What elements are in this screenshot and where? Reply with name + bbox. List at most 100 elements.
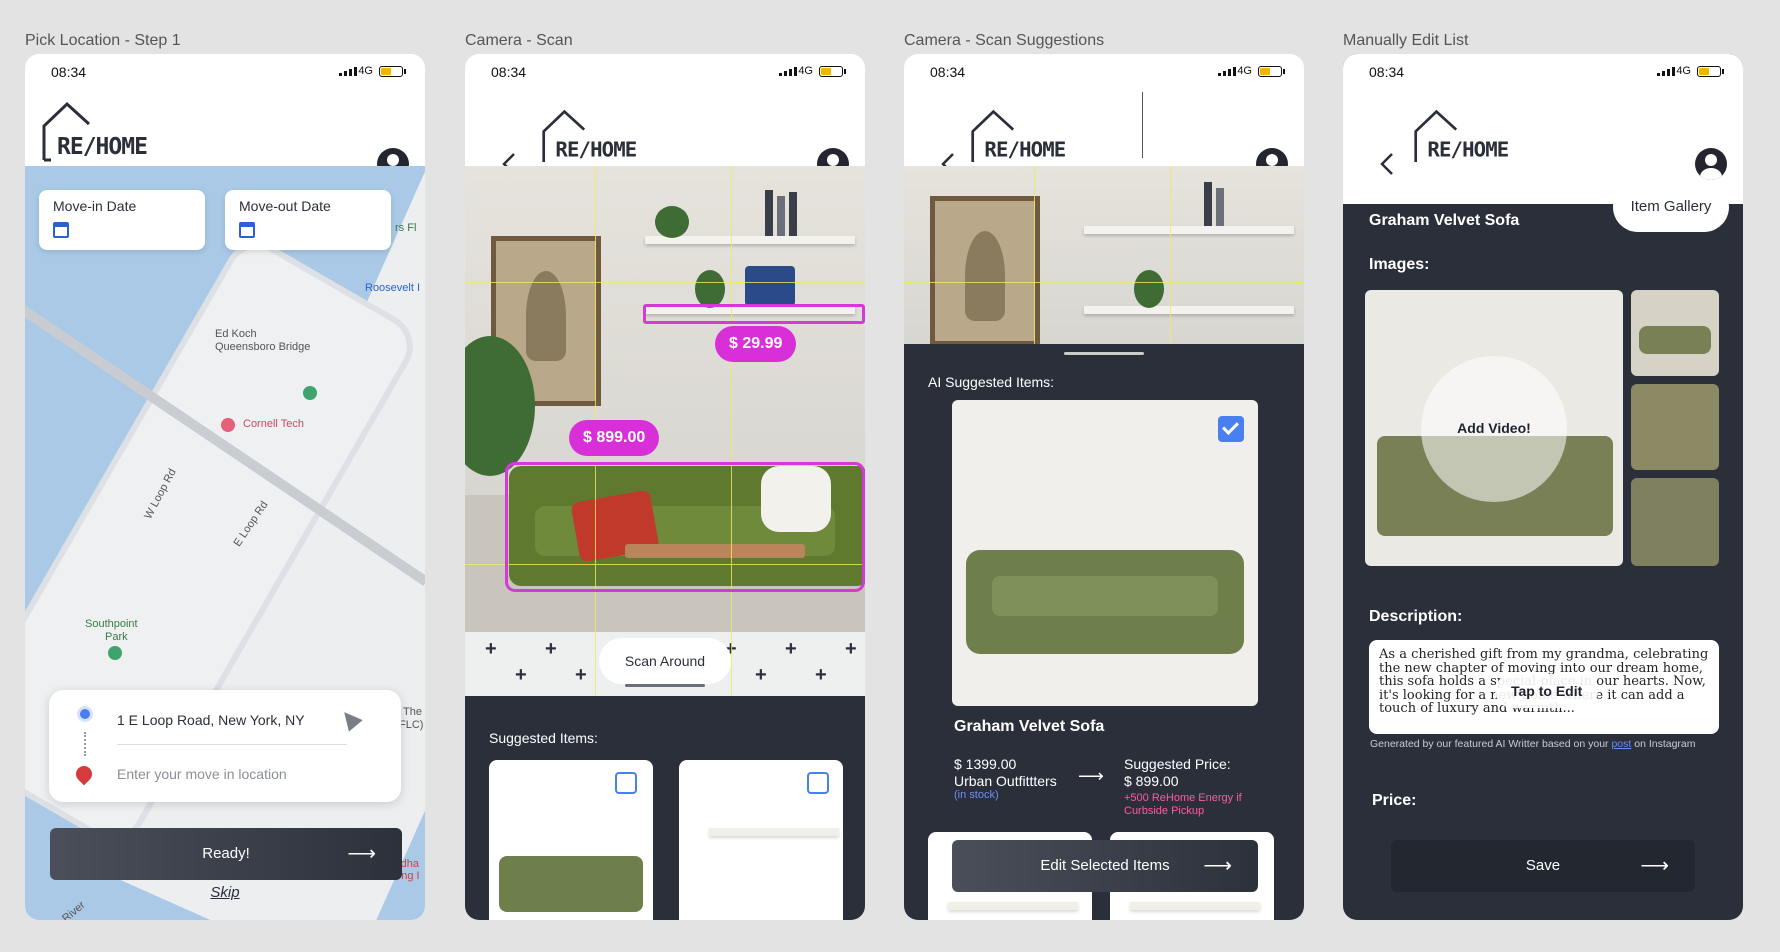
shelf-price-tag[interactable]: $ 29.99 bbox=[715, 326, 797, 362]
energy-bonus: +500 ReHome Energy if bbox=[1124, 792, 1242, 804]
generated-suffix: on Instagram bbox=[1634, 738, 1696, 750]
wall-poster bbox=[930, 196, 1040, 344]
save-button[interactable]: Save ⟶ bbox=[1391, 840, 1695, 892]
map-label-park: Park bbox=[105, 631, 128, 643]
suggested-item-card[interactable] bbox=[952, 400, 1258, 706]
arrow-right-icon: ⟶ bbox=[1203, 855, 1232, 877]
current-address-field[interactable]: 1 E Loop Road, New York, NY bbox=[117, 712, 305, 728]
arrow-right-icon: ⟶ bbox=[347, 843, 376, 865]
edit-selected-button[interactable]: Edit Selected Items ⟶ bbox=[952, 840, 1258, 892]
status-time: 08:34 bbox=[1369, 64, 1405, 80]
shelf-detection-outline[interactable] bbox=[643, 304, 865, 324]
divider bbox=[117, 744, 347, 745]
cursor-line bbox=[1142, 92, 1143, 158]
phone-pick-location: 08:34 4G RE/HOME Ed Koch Queensboro Brid… bbox=[25, 54, 425, 920]
suggested-panel: Suggested Items: bbox=[465, 684, 865, 920]
status-bar: 08:34 4G bbox=[1343, 54, 1743, 92]
main-image[interactable]: Add Video! bbox=[1365, 290, 1623, 566]
item-name: Graham Velvet Sofa bbox=[954, 718, 1105, 735]
selected-checkbox[interactable] bbox=[1218, 416, 1244, 442]
status-bar: 08:34 4G bbox=[465, 54, 865, 92]
battery-icon bbox=[1697, 66, 1724, 77]
location-card: 1 E Loop Road, New York, NY Enter your m… bbox=[49, 690, 401, 802]
back-arrow-icon[interactable] bbox=[1377, 152, 1397, 176]
add-video-label[interactable]: Add Video! bbox=[1365, 420, 1623, 436]
park-tree-icon bbox=[108, 646, 122, 660]
phone-camera-scan: 08:34 4G RE/HOME ++++++ ++++ bbox=[465, 54, 865, 920]
move-in-label: Move-in Date bbox=[53, 198, 137, 214]
network-label: 4G bbox=[1676, 65, 1691, 77]
instagram-post-link[interactable]: post bbox=[1611, 738, 1631, 750]
map-label-southpoint: Southpoint bbox=[85, 618, 138, 630]
description-label: Description: bbox=[1369, 608, 1463, 625]
status-time: 08:34 bbox=[491, 64, 527, 80]
item-name: Graham Velvet Sofa bbox=[1369, 212, 1520, 229]
map-pin-green-icon[interactable] bbox=[303, 386, 317, 400]
map-label-roosevelt: Roosevelt I bbox=[365, 282, 421, 294]
suggested-item-shelf[interactable] bbox=[679, 760, 843, 920]
sofa-thumbnail bbox=[499, 856, 643, 912]
signal-icon bbox=[779, 66, 797, 76]
map-view[interactable]: Ed Koch Queensboro Bridge Roosevelt I rs… bbox=[25, 166, 425, 920]
item-gallery-button[interactable]: Item Gallery bbox=[1613, 182, 1729, 232]
rehome-logo[interactable]: RE/HOME bbox=[41, 100, 151, 162]
battery-icon bbox=[819, 66, 846, 77]
map-label-ed-koch: Ed Koch bbox=[215, 328, 257, 340]
sofa-detection-outline[interactable] bbox=[505, 462, 865, 592]
arrow-right-icon: ⟶ bbox=[1640, 855, 1669, 877]
status-bar: 08:34 4G bbox=[25, 54, 425, 92]
map-label-the: The bbox=[403, 706, 422, 718]
signal-icon bbox=[1657, 66, 1675, 76]
rehome-logo[interactable]: RE/HOME bbox=[1413, 108, 1512, 164]
price-label: Price: bbox=[1372, 792, 1417, 809]
map-label-queensboro: Queensboro Bridge bbox=[215, 341, 311, 353]
thumbnail-1[interactable] bbox=[1631, 290, 1719, 376]
current-location-icon bbox=[77, 706, 93, 722]
status-time: 08:34 bbox=[930, 64, 966, 80]
phone-manually-edit: 08:34 4G RE/HOME Item 1 of 8 Graham Velv… bbox=[1343, 54, 1743, 920]
network-label: 4G bbox=[358, 65, 373, 77]
move-in-location-input[interactable]: Enter your move in location bbox=[117, 766, 287, 782]
heart-pin-icon[interactable] bbox=[221, 418, 235, 432]
rehome-logo[interactable]: RE/HOME bbox=[541, 108, 640, 164]
rehome-logo[interactable]: RE/HOME bbox=[970, 108, 1069, 164]
move-in-date-field[interactable]: Move-in Date bbox=[39, 190, 205, 250]
skip-link[interactable]: Skip bbox=[25, 884, 425, 901]
thumbnail-3[interactable] bbox=[1631, 478, 1719, 566]
camera-viewfinder[interactable]: ++++++ ++++ $ 29.99 $ 899.00 Scan Around bbox=[465, 166, 865, 696]
images-label: Images: bbox=[1369, 256, 1430, 273]
phone-scan-suggestions: 08:34 4G RE/HOME AI Suggested Items: Gra… bbox=[904, 54, 1304, 920]
sofa-price-tag[interactable]: $ 899.00 bbox=[569, 420, 660, 456]
item-counter: Item 1 of 8 bbox=[1369, 182, 1493, 210]
camera-viewfinder[interactable] bbox=[904, 166, 1304, 344]
shelf-thumbnail bbox=[709, 828, 839, 836]
route-dots bbox=[84, 732, 86, 756]
select-checkbox[interactable] bbox=[807, 772, 829, 794]
drag-handle[interactable] bbox=[625, 684, 705, 687]
map-label-river: River bbox=[60, 899, 88, 920]
calendar-icon bbox=[239, 222, 255, 238]
frame-label-2: Camera - Scan bbox=[465, 32, 573, 49]
network-label: 4G bbox=[798, 65, 813, 77]
suggested-title: Suggested Items: bbox=[489, 730, 598, 746]
thumbnail-2[interactable] bbox=[1631, 384, 1719, 470]
original-price: $ 1399.00 bbox=[954, 756, 1017, 772]
move-out-label: Move-out Date bbox=[239, 198, 331, 214]
battery-icon bbox=[1258, 66, 1285, 77]
status-time: 08:34 bbox=[51, 64, 87, 80]
navigate-arrow-icon[interactable] bbox=[337, 706, 363, 732]
ready-button[interactable]: Ready! ⟶ bbox=[50, 828, 402, 880]
scan-around-button[interactable]: Scan Around bbox=[599, 638, 731, 684]
battery-icon bbox=[379, 66, 406, 77]
suggested-item-sofa[interactable] bbox=[489, 760, 653, 920]
generated-note: Generated by our featured AI Writter bas… bbox=[1370, 738, 1696, 750]
tap-to-edit-hint[interactable]: Tap to Edit bbox=[1495, 674, 1599, 708]
select-checkbox[interactable] bbox=[615, 772, 637, 794]
frame-label-1: Pick Location - Step 1 bbox=[25, 32, 181, 49]
drag-handle[interactable] bbox=[1064, 352, 1144, 355]
generated-prefix: Generated by our featured AI Writter bas… bbox=[1370, 738, 1609, 750]
signal-icon bbox=[339, 66, 357, 76]
retailer: Urban Outfittters bbox=[954, 773, 1057, 789]
profile-avatar-icon[interactable] bbox=[1695, 148, 1727, 180]
move-out-date-field[interactable]: Move-out Date bbox=[225, 190, 391, 250]
